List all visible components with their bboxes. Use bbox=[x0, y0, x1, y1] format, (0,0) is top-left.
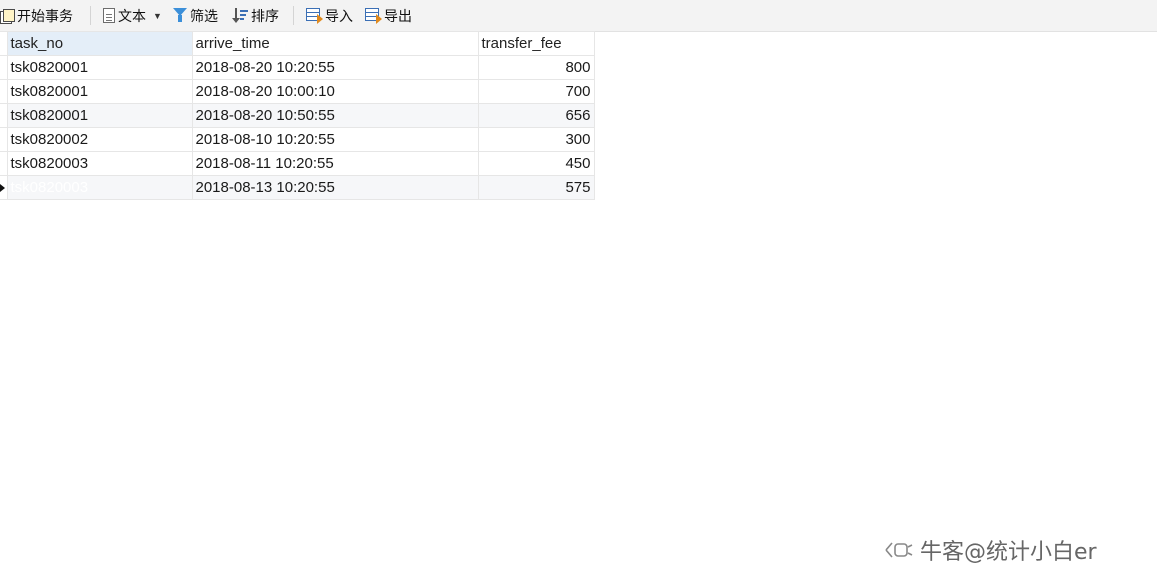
sort-label: 排序 bbox=[251, 7, 279, 24]
row-indicator[interactable] bbox=[0, 79, 8, 104]
cell-transfer-fee[interactable]: 300 bbox=[477, 127, 595, 152]
toolbar-divider bbox=[293, 6, 294, 25]
cell-task-no[interactable]: tsk0820001 bbox=[6, 79, 193, 104]
table-row[interactable]: tsk0820001 2018-08-20 10:50:55 656 bbox=[0, 103, 595, 128]
cell-arrive-time[interactable]: 2018-08-11 10:20:55 bbox=[191, 151, 479, 176]
chevron-down-icon[interactable]: ▼ bbox=[153, 11, 162, 21]
begin-transaction-button[interactable]: 开始事务 bbox=[0, 4, 73, 27]
cell-task-no[interactable]: tsk0820001 bbox=[6, 103, 193, 128]
cell-task-no[interactable]: tsk0820001 bbox=[6, 55, 193, 80]
document-icon bbox=[103, 8, 115, 23]
export-label: 导出 bbox=[384, 7, 412, 24]
row-indicator[interactable] bbox=[0, 127, 8, 152]
cell-transfer-fee[interactable]: 656 bbox=[477, 103, 595, 128]
cell-arrive-time[interactable]: 2018-08-20 10:50:55 bbox=[191, 103, 479, 128]
table-row-current[interactable]: tsk0820003 2018-08-13 10:20:55 575 bbox=[0, 175, 595, 200]
cell-transfer-fee[interactable]: 450 bbox=[477, 151, 595, 176]
import-icon bbox=[306, 8, 323, 24]
data-table: task_no arrive_time transfer_fee tsk0820… bbox=[0, 31, 595, 200]
filter-button[interactable]: 筛选 bbox=[173, 4, 218, 27]
cell-arrive-time[interactable]: 2018-08-20 10:20:55 bbox=[191, 55, 479, 80]
cell-arrive-time[interactable]: 2018-08-13 10:20:55 bbox=[191, 175, 479, 200]
watermark-text: 牛客@统计小白er bbox=[920, 540, 1097, 565]
column-header-task-no[interactable]: task_no bbox=[6, 31, 193, 56]
export-button[interactable]: 导出 bbox=[365, 4, 412, 27]
table-row[interactable]: tsk0820002 2018-08-10 10:20:55 300 bbox=[0, 127, 595, 152]
row-indicator[interactable] bbox=[0, 55, 8, 80]
toolbar-divider bbox=[90, 6, 91, 25]
current-row-arrow-icon bbox=[0, 184, 5, 192]
table-row[interactable]: tsk0820001 2018-08-20 10:20:55 800 bbox=[0, 55, 595, 80]
cell-task-no-selected[interactable]: tsk0820003 bbox=[6, 175, 193, 200]
text-view-label: 文本 bbox=[118, 7, 146, 24]
cell-arrive-time[interactable]: 2018-08-20 10:00:10 bbox=[191, 79, 479, 104]
result-grid: task_no arrive_time transfer_fee tsk0820… bbox=[0, 31, 595, 200]
watermark: 牛客@统计小白er bbox=[884, 535, 1097, 565]
filter-label: 筛选 bbox=[190, 7, 218, 24]
watermark-logo bbox=[884, 539, 914, 561]
row-indicator-header bbox=[0, 31, 8, 56]
header-row: task_no arrive_time transfer_fee bbox=[0, 31, 595, 56]
row-indicator-current[interactable] bbox=[0, 175, 8, 200]
export-icon bbox=[365, 8, 382, 24]
column-header-arrive-time[interactable]: arrive_time bbox=[191, 31, 479, 56]
toolbar: 开始事务 文本 ▼ 筛选 排序 导入 导出 bbox=[0, 0, 1157, 32]
import-label: 导入 bbox=[325, 7, 353, 24]
cell-transfer-fee[interactable]: 575 bbox=[477, 175, 595, 200]
begin-transaction-label: 开始事务 bbox=[17, 7, 73, 24]
cell-task-no[interactable]: tsk0820002 bbox=[6, 127, 193, 152]
cell-transfer-fee[interactable]: 700 bbox=[477, 79, 595, 104]
column-header-transfer-fee[interactable]: transfer_fee bbox=[477, 31, 595, 56]
transaction-icon bbox=[0, 8, 15, 24]
sort-button[interactable]: 排序 bbox=[232, 4, 279, 27]
row-indicator[interactable] bbox=[0, 103, 8, 128]
funnel-icon bbox=[173, 8, 187, 23]
watermark-logo-icon bbox=[885, 542, 913, 558]
cell-transfer-fee[interactable]: 800 bbox=[477, 55, 595, 80]
import-button[interactable]: 导入 bbox=[306, 4, 353, 27]
text-view-button[interactable]: 文本 ▼ bbox=[103, 4, 162, 27]
row-indicator[interactable] bbox=[0, 151, 8, 176]
cell-task-no[interactable]: tsk0820003 bbox=[6, 151, 193, 176]
sort-icon bbox=[232, 8, 248, 23]
cell-arrive-time[interactable]: 2018-08-10 10:20:55 bbox=[191, 127, 479, 152]
table-row[interactable]: tsk0820001 2018-08-20 10:00:10 700 bbox=[0, 79, 595, 104]
table-row[interactable]: tsk0820003 2018-08-11 10:20:55 450 bbox=[0, 151, 595, 176]
